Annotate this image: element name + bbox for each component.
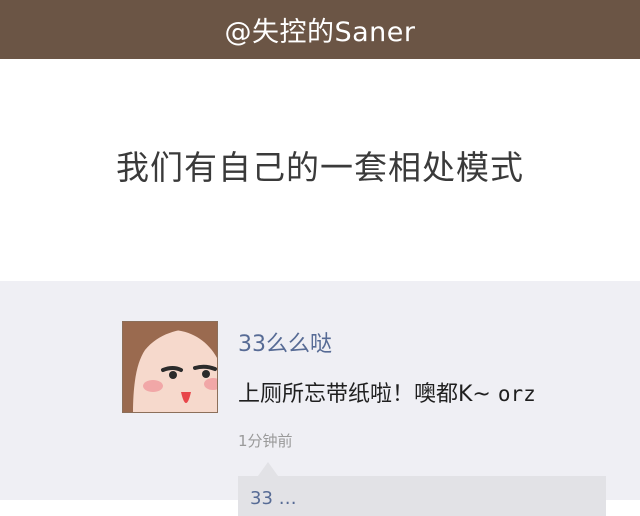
post-author-name[interactable]: 33么么哒 xyxy=(238,326,332,358)
cartoon-face-icon xyxy=(123,322,217,412)
comment-author[interactable]: 33 … xyxy=(250,488,297,509)
author-handle: @失控的Saner xyxy=(224,17,416,48)
post-content: 上厕所忘带纸啦！噢都K~ orz xyxy=(238,376,536,408)
headline-area: 我们有自己的一套相处模式 xyxy=(0,59,640,281)
headline-text: 我们有自己的一套相处模式 xyxy=(116,148,524,187)
avatar[interactable] xyxy=(122,321,218,413)
top-banner: @失控的Saner xyxy=(0,0,640,59)
post-timestamp: 1分钟前 xyxy=(238,432,293,450)
post-content-latin: orz xyxy=(497,382,536,406)
post-content-text: 上厕所忘带纸啦！噢都K~ xyxy=(238,382,498,407)
comment-pointer xyxy=(258,462,278,476)
